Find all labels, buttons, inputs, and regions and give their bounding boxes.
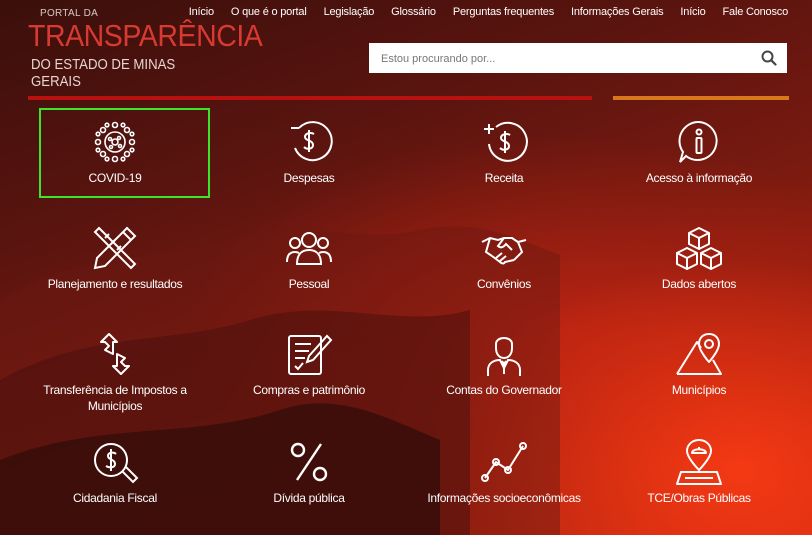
tile-divida-publica[interactable]: Dívida pública bbox=[214, 438, 404, 506]
nav-inicio[interactable]: Início bbox=[189, 6, 214, 18]
map-pin-icon bbox=[676, 333, 722, 375]
focus-highlight bbox=[39, 108, 210, 198]
tile-label: Acesso à informação bbox=[645, 171, 753, 185]
search-input[interactable] bbox=[379, 49, 753, 69]
tile-label: Dívida pública bbox=[273, 491, 345, 505]
search-box bbox=[369, 43, 787, 73]
tile-dados-abertos[interactable]: Dados abertos bbox=[604, 224, 794, 292]
tile-label: Transferência de Impostos a Municípios bbox=[43, 383, 187, 413]
nav-inicio-2[interactable]: Início bbox=[680, 6, 705, 18]
pencil-ruler-icon bbox=[93, 226, 137, 270]
nav-informacoes-gerais[interactable]: Informações Gerais bbox=[571, 6, 664, 18]
tile-municipios[interactable]: Municípios bbox=[604, 330, 794, 398]
tile-planejamento-resultados[interactable]: Planejamento e resultados bbox=[20, 224, 210, 292]
money-plus-icon bbox=[484, 121, 528, 162]
tile-cidadania-fiscal[interactable]: Cidadania Fiscal bbox=[20, 438, 210, 506]
tile-label: Dados abertos bbox=[661, 277, 737, 291]
tile-despesas[interactable]: Despesas bbox=[214, 118, 404, 186]
info-icon bbox=[678, 120, 718, 163]
nav-glossario[interactable]: Glossário bbox=[391, 6, 436, 18]
tile-tce-obras-publicas[interactable]: TCE/Obras Públicas bbox=[604, 438, 794, 506]
tile-convenios[interactable]: Convênios bbox=[409, 224, 599, 292]
people-icon bbox=[286, 232, 332, 265]
tile-label: Cidadania Fiscal bbox=[73, 491, 157, 505]
coin-magnifier-icon bbox=[94, 443, 139, 484]
tile-label: Convênios bbox=[476, 277, 531, 291]
tile-label: Contas do Governador bbox=[446, 383, 562, 397]
line-graph-icon bbox=[481, 442, 527, 482]
tile-label: Municípios bbox=[671, 383, 727, 397]
nav-perguntas-frequentes[interactable]: Perguntas frequentes bbox=[453, 6, 554, 18]
percent-icon bbox=[290, 442, 328, 482]
handshake-icon bbox=[481, 236, 527, 265]
tile-receita[interactable]: Receita bbox=[409, 118, 599, 186]
tile-acesso-informacao[interactable]: Acesso à informação bbox=[604, 118, 794, 186]
tile-contas-governador[interactable]: Contas do Governador bbox=[409, 330, 599, 398]
logo-line-2: TRANSPARÊNCIA bbox=[28, 18, 263, 53]
tile-label: Receita bbox=[484, 171, 524, 185]
nav-legislacao[interactable]: Legislação bbox=[324, 6, 375, 18]
divider-red bbox=[28, 96, 592, 100]
tile-label: Despesas bbox=[283, 171, 335, 185]
tile-compras-patrimonio[interactable]: Compras e patrimônio bbox=[214, 330, 404, 398]
nav-o-que-e-o-portal[interactable]: O que é o portal bbox=[231, 6, 307, 18]
divider-orange bbox=[613, 96, 789, 100]
construction-icon bbox=[676, 439, 722, 485]
checklist-icon bbox=[288, 334, 333, 375]
tile-label: Planejamento e resultados bbox=[47, 277, 183, 291]
transfer-arrows-icon bbox=[100, 333, 130, 375]
nav-fale-conosco[interactable]: Fale Conosco bbox=[723, 6, 789, 18]
governor-icon bbox=[487, 337, 521, 376]
search-icon[interactable] bbox=[761, 50, 777, 66]
tile-label: Informações socioeconômicas bbox=[427, 491, 581, 505]
tile-label: Pessoal bbox=[288, 277, 330, 291]
tile-label: Compras e patrimônio bbox=[252, 383, 366, 397]
tile-transferencia-impostos[interactable]: Transferência de Impostos a Municípios bbox=[20, 330, 210, 414]
tile-informacoes-socioeconomicas[interactable]: Informações socioeconômicas bbox=[409, 438, 599, 506]
logo-line-3: DO ESTADO DE MINAS GERAIS bbox=[31, 56, 176, 90]
tile-pessoal[interactable]: Pessoal bbox=[214, 224, 404, 292]
top-navigation: Início O que é o portal Legislação Gloss… bbox=[189, 6, 788, 18]
money-minus-icon bbox=[291, 121, 333, 162]
cubes-icon bbox=[676, 227, 722, 270]
tile-label: TCE/Obras Públicas bbox=[647, 491, 751, 505]
